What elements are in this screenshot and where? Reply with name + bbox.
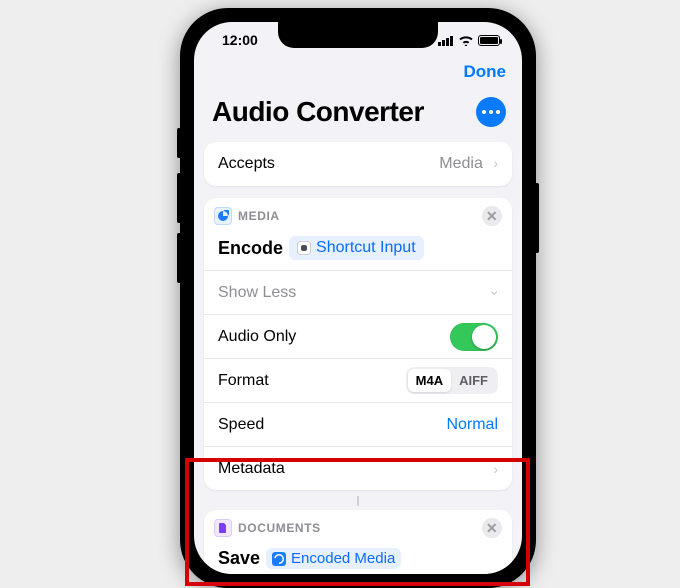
signal-icon (438, 35, 454, 46)
remove-media-action[interactable]: ✕ (482, 206, 502, 226)
save-action-row[interactable]: Save Encoded Media (204, 540, 512, 574)
screen: 12:00 Done Audio Converter (194, 22, 522, 574)
format-row: Format M4A AIFF (204, 358, 512, 402)
accepts-value: Media (439, 155, 483, 172)
show-less-row[interactable]: Show Less › (204, 270, 512, 314)
shortcut-input-token[interactable]: Shortcut Input (289, 236, 424, 260)
show-less-label: Show Less (218, 284, 296, 302)
accepts-label: Accepts (218, 155, 275, 173)
accepts-row[interactable]: Accepts Media › (204, 142, 512, 186)
encode-action-row[interactable]: Encode Shortcut Input (204, 228, 512, 270)
notch (278, 22, 438, 48)
encode-word: Encode (218, 238, 283, 259)
done-button[interactable]: Done (464, 62, 507, 82)
wifi-icon (458, 35, 474, 46)
chevron-down-icon: › (488, 290, 504, 295)
format-segmented[interactable]: M4A AIFF (406, 367, 498, 394)
speed-row[interactable]: Speed Normal (204, 402, 512, 446)
chevron-right-icon: › (493, 461, 498, 477)
action-connector (357, 496, 359, 506)
format-option-m4a[interactable]: M4A (408, 369, 451, 392)
speed-label: Speed (218, 416, 264, 434)
save-word: Save (218, 548, 260, 569)
status-time: 12:00 (222, 32, 282, 48)
documents-app-icon (214, 519, 232, 537)
encoded-media-token[interactable]: Encoded Media (266, 548, 401, 569)
volume-down-button (177, 233, 181, 283)
documents-card-header: DOCUMENTS (238, 521, 321, 535)
media-card-header: MEDIA (238, 209, 280, 223)
shortcut-input-icon (297, 241, 311, 255)
speed-value: Normal (446, 416, 498, 434)
metadata-row[interactable]: Metadata › (204, 446, 512, 490)
audio-only-toggle[interactable] (450, 323, 498, 351)
format-option-aiff[interactable]: AIFF (451, 369, 496, 392)
media-card: MEDIA ✕ Encode Shortcut Input Show Less … (204, 198, 512, 490)
chevron-right-icon: › (493, 155, 498, 171)
battery-icon (478, 35, 500, 46)
format-label: Format (218, 372, 269, 390)
volume-up-button (177, 173, 181, 223)
mute-switch (177, 128, 181, 158)
encoded-media-label: Encoded Media (291, 550, 395, 567)
media-app-icon (214, 207, 232, 225)
page-title: Audio Converter (212, 96, 424, 128)
remove-documents-action[interactable]: ✕ (482, 518, 502, 538)
encoded-media-icon (272, 552, 286, 566)
accepts-card: Accepts Media › (204, 142, 512, 186)
shortcut-input-label: Shortcut Input (316, 239, 416, 257)
metadata-label: Metadata (218, 460, 285, 478)
audio-only-row: Audio Only (204, 314, 512, 358)
audio-only-label: Audio Only (218, 328, 296, 346)
power-button (535, 183, 539, 253)
more-button[interactable] (476, 97, 506, 127)
phone-frame: 12:00 Done Audio Converter (180, 8, 536, 588)
documents-card: DOCUMENTS ✕ Save Encoded Media (204, 510, 512, 574)
nav-bar: Done (194, 58, 522, 82)
